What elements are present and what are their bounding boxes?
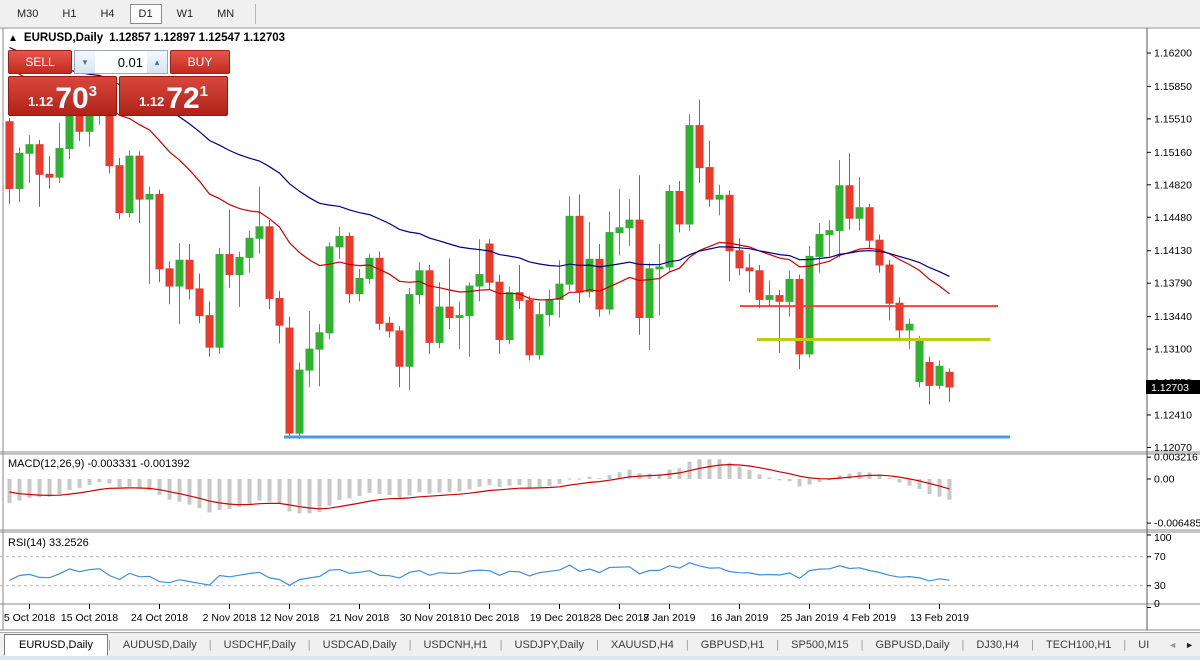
symbol-tab-usdjpy-daily[interactable]: USDJPY,Daily <box>503 636 597 654</box>
sell-price-big: 70 <box>55 82 89 115</box>
svg-text:1.13100: 1.13100 <box>1154 344 1192 356</box>
timeframe-button-d1[interactable]: D1 <box>129 3 162 24</box>
svg-text:25 Jan 2019: 25 Jan 2019 <box>781 612 839 624</box>
svg-text:30: 30 <box>1154 580 1166 592</box>
symbol-tab-bar: EURUSD,Daily | AUDUSD,Daily | USDCHF,Daily | U… <box>0 632 1200 656</box>
svg-text:5 Oct 2018: 5 Oct 2018 <box>4 612 56 624</box>
rsi-label: RSI(14) 33.2526 <box>8 537 89 549</box>
macd-label: MACD(12,26,9) -0.003331 -0.001392 <box>8 458 190 470</box>
svg-text:13 Feb 2019: 13 Feb 2019 <box>910 612 969 624</box>
timeframe-button-w1[interactable]: W1 <box>168 4 203 24</box>
svg-text:0: 0 <box>1154 598 1160 610</box>
buy-price-prefix: 1.12 <box>138 94 165 109</box>
buy-price-big: 72 <box>166 82 200 115</box>
tab-scroll-left-icon[interactable]: ◄ <box>1168 640 1177 650</box>
one-click-trading-panel: SELL ▾ 0.01 ▴ BUY 1.12 70 3 1.12 72 1 <box>8 50 230 116</box>
chart-canvas[interactable]: 1.16200 1.15850 1.15510 1.15160 1.14820 1.144… <box>0 28 1200 632</box>
svg-text:2 Nov 2018: 2 Nov 2018 <box>203 612 257 624</box>
tab-scroll-arrows: ◄ ► <box>1168 640 1200 650</box>
svg-text:10 Dec 2018: 10 Dec 2018 <box>460 612 520 624</box>
symbol-tab-gbpusd-h1[interactable]: GBPUSD,H1 <box>689 636 777 654</box>
buy-button[interactable]: BUY <box>170 50 230 74</box>
volume-value[interactable]: 0.01 <box>95 51 147 73</box>
chart-title: ▲ EURUSD,Daily 1.12857 1.12897 1.12547 1… <box>8 32 285 44</box>
sell-quote-button[interactable]: 1.12 70 3 <box>8 76 117 116</box>
svg-text:1.14820: 1.14820 <box>1154 179 1192 191</box>
current-price-tag: 1.12703 <box>1146 379 1200 394</box>
svg-text:1.14480: 1.14480 <box>1154 212 1192 224</box>
svg-text:0.00: 0.00 <box>1154 474 1175 486</box>
svg-text:70: 70 <box>1154 551 1166 563</box>
svg-text:4 Feb 2019: 4 Feb 2019 <box>843 612 896 624</box>
svg-text:1.13440: 1.13440 <box>1154 311 1192 323</box>
svg-text:1.12703: 1.12703 <box>1151 382 1189 394</box>
svg-text:24 Oct 2018: 24 Oct 2018 <box>131 612 188 624</box>
symbol-tab-dj30-h4[interactable]: DJ30,H4 <box>964 636 1031 654</box>
svg-text:15 Oct 2018: 15 Oct 2018 <box>61 612 118 624</box>
timeframe-button-h1[interactable]: H1 <box>53 4 85 24</box>
chart-title-symbol: EURUSD,Daily <box>23 32 104 44</box>
symbol-tab-sp500-m15[interactable]: SP500,M15 <box>779 636 860 654</box>
svg-text:12 Nov 2018: 12 Nov 2018 <box>260 612 320 624</box>
svg-text:7 Jan 2019: 7 Jan 2019 <box>644 612 696 624</box>
chart-title-ohlc: 1.12857 1.12897 1.12547 1.12703 <box>109 32 286 44</box>
svg-text:1.16200: 1.16200 <box>1154 48 1192 60</box>
sell-button[interactable]: SELL <box>8 50 72 74</box>
volume-decrease-icon[interactable]: ▾ <box>75 51 95 73</box>
status-strip <box>0 656 1200 660</box>
svg-text:100: 100 <box>1154 532 1172 544</box>
svg-text:16 Jan 2019: 16 Jan 2019 <box>711 612 769 624</box>
svg-text:-0.006485: -0.006485 <box>1154 518 1200 530</box>
svg-text:1.15850: 1.15850 <box>1154 81 1192 93</box>
buy-quote-button[interactable]: 1.12 72 1 <box>119 76 228 116</box>
symbol-tab-tech100-h1[interactable]: TECH100,H1 <box>1034 636 1123 654</box>
timeframe-button-mn[interactable]: MN <box>208 4 243 24</box>
buy-price-sup: 1 <box>199 83 209 100</box>
timeframe-button-h4[interactable]: H4 <box>91 4 123 24</box>
volume-stepper[interactable]: ▾ 0.01 ▴ <box>74 50 168 74</box>
symbol-tab-audusd-daily[interactable]: AUDUSD,Daily <box>111 636 209 654</box>
symbol-tab-xauusd-h4[interactable]: XAUUSD,H4 <box>599 636 686 654</box>
svg-text:30 Nov 2018: 30 Nov 2018 <box>400 612 460 624</box>
svg-text:0.003216: 0.003216 <box>1154 452 1198 464</box>
volume-increase-icon[interactable]: ▴ <box>147 51 167 73</box>
symbol-marker-icon: ▲ <box>8 32 18 44</box>
svg-text:19 Dec 2018: 19 Dec 2018 <box>530 612 590 624</box>
tab-scroll-right-icon[interactable]: ► <box>1185 640 1194 650</box>
svg-text:1.15160: 1.15160 <box>1154 147 1192 159</box>
svg-text:21 Nov 2018: 21 Nov 2018 <box>330 612 390 624</box>
symbol-tab-usdchf-daily[interactable]: USDCHF,Daily <box>212 636 308 654</box>
svg-text:1.12410: 1.12410 <box>1154 409 1192 421</box>
symbol-tab-gbpusd-daily[interactable]: GBPUSD,Daily <box>863 636 961 654</box>
symbol-tab-ui[interactable]: UI <box>1126 636 1161 654</box>
sell-price-sup: 3 <box>88 83 98 100</box>
symbol-tab-usdcad-daily[interactable]: USDCAD,Daily <box>311 636 409 654</box>
symbol-tab-eurusd-daily[interactable]: EURUSD,Daily <box>4 633 108 656</box>
svg-text:1.15510: 1.15510 <box>1154 113 1192 125</box>
timeframe-button-m30[interactable]: M30 <box>8 4 47 24</box>
symbol-tab-usdcnh-h1[interactable]: USDCNH,H1 <box>411 636 499 654</box>
mt4-window: M30 H1 H4 D1 W1 MN ▲ EURUSD,Daily 1.12857 1.1… <box>0 0 1200 660</box>
sell-price-prefix: 1.12 <box>27 94 54 109</box>
timeframe-toolbar: M30 H1 H4 D1 W1 MN <box>0 0 1200 28</box>
svg-text:1.14130: 1.14130 <box>1154 245 1192 257</box>
svg-text:28 Dec 2018: 28 Dec 2018 <box>590 612 650 624</box>
svg-text:1.13790: 1.13790 <box>1154 278 1192 290</box>
toolbar-separator <box>255 3 257 24</box>
